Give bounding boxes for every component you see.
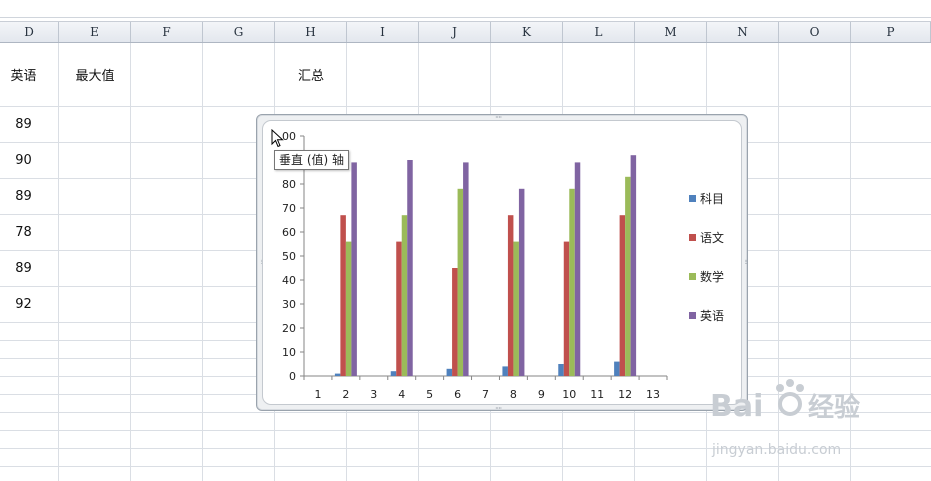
column-header-row: D E F G H I J K L M N O P [0,22,931,43]
y-tick-label: 0 [289,370,296,383]
column-header-e[interactable]: E [59,22,131,42]
column-header-p[interactable]: P [851,22,931,42]
cell-d-score-3[interactable]: 89 [0,189,47,204]
legend-label: 科目 [700,192,724,206]
watermark-brand: Bai [710,389,763,424]
cell-d-score-4[interactable]: 78 [0,225,47,240]
bar[interactable] [558,364,564,376]
mouse-cursor-icon [271,129,284,148]
bar[interactable] [340,215,346,376]
column-header-d[interactable]: D [0,22,59,42]
watermark-brand-cn: 经验 [808,392,860,423]
bar[interactable] [407,160,413,376]
bar[interactable] [563,241,570,376]
cell-d-score-6[interactable]: 92 [0,297,47,312]
x-tick-label: 1 [314,388,321,401]
bar[interactable] [446,368,453,376]
column-header-o[interactable]: O [779,22,851,42]
bar[interactable] [502,366,508,376]
bar[interactable] [463,162,469,376]
axis-tooltip: 垂直 (值) 轴 [274,150,349,170]
bar[interactable] [390,371,397,376]
cell-d-header[interactable]: 英语 [0,65,47,84]
y-tick-label: 20 [282,322,296,335]
legend-label: 数学 [700,269,724,284]
bar[interactable] [513,241,519,376]
formula-bar-strip [0,0,931,22]
y-tick-label: 70 [282,202,296,215]
x-tick-label: 5 [426,388,433,401]
bar[interactable] [574,162,581,376]
y-tick-label: 30 [282,298,296,311]
column-header-f[interactable]: F [131,22,203,42]
legend-swatch [689,273,696,280]
column-header-k[interactable]: K [491,22,563,42]
bar[interactable] [401,215,408,376]
legend-swatch [689,234,696,241]
x-tick-label: 12 [618,388,632,401]
bar[interactable] [630,155,637,376]
bar[interactable] [619,215,626,376]
x-tick-label: 6 [454,388,461,401]
cell-h-header[interactable]: 汇总 [275,65,347,84]
bar[interactable] [507,215,514,376]
paw-icon [776,379,804,416]
legend-swatch [689,312,696,319]
column-header-n[interactable]: N [707,22,779,42]
x-tick-label: 13 [646,388,660,401]
bar[interactable] [457,188,464,376]
column-header-l[interactable]: L [563,22,635,42]
column-header-h[interactable]: H [275,22,347,42]
y-tick-label: 60 [282,226,296,239]
legend-label: 英语 [700,309,724,323]
x-tick-label: 10 [562,388,576,401]
y-tick-label: 10 [282,346,296,359]
y-tick-label: 40 [282,274,296,287]
column-header-j[interactable]: J [419,22,491,42]
watermark-url: jingyan.baidu.com [711,442,841,458]
cell-d-score-1[interactable]: 89 [0,117,47,132]
x-tick-label: 3 [370,388,377,401]
bar[interactable] [345,241,352,376]
x-tick-label: 11 [590,388,604,401]
bar[interactable] [452,268,458,376]
bar[interactable] [518,188,525,376]
y-tick-label: 80 [282,178,296,191]
baidu-watermark: Bai 经验 jingyan.baidu.com [710,379,860,458]
y-tick-label: 50 [282,250,296,263]
cell-d-score-5[interactable]: 89 [0,261,47,276]
bar[interactable] [351,162,357,376]
legend-label: 语文 [700,230,724,245]
x-tick-label: 9 [538,388,545,401]
bar[interactable] [625,176,631,376]
bar[interactable] [334,373,341,376]
x-tick-label: 8 [510,388,517,401]
bar[interactable] [569,188,575,376]
legend-swatch [689,195,696,202]
x-tick-label: 2 [342,388,349,401]
column-header-g[interactable]: G [203,22,275,42]
bar[interactable] [396,241,402,376]
x-tick-label: 7 [482,388,489,401]
column-header-m[interactable]: M [635,22,707,42]
x-tick-label: 4 [398,388,405,401]
cell-e-header[interactable]: 最大值 [59,65,131,84]
bar[interactable] [614,361,620,376]
cell-d-score-2[interactable]: 90 [0,153,47,168]
column-header-i[interactable]: I [347,22,419,42]
